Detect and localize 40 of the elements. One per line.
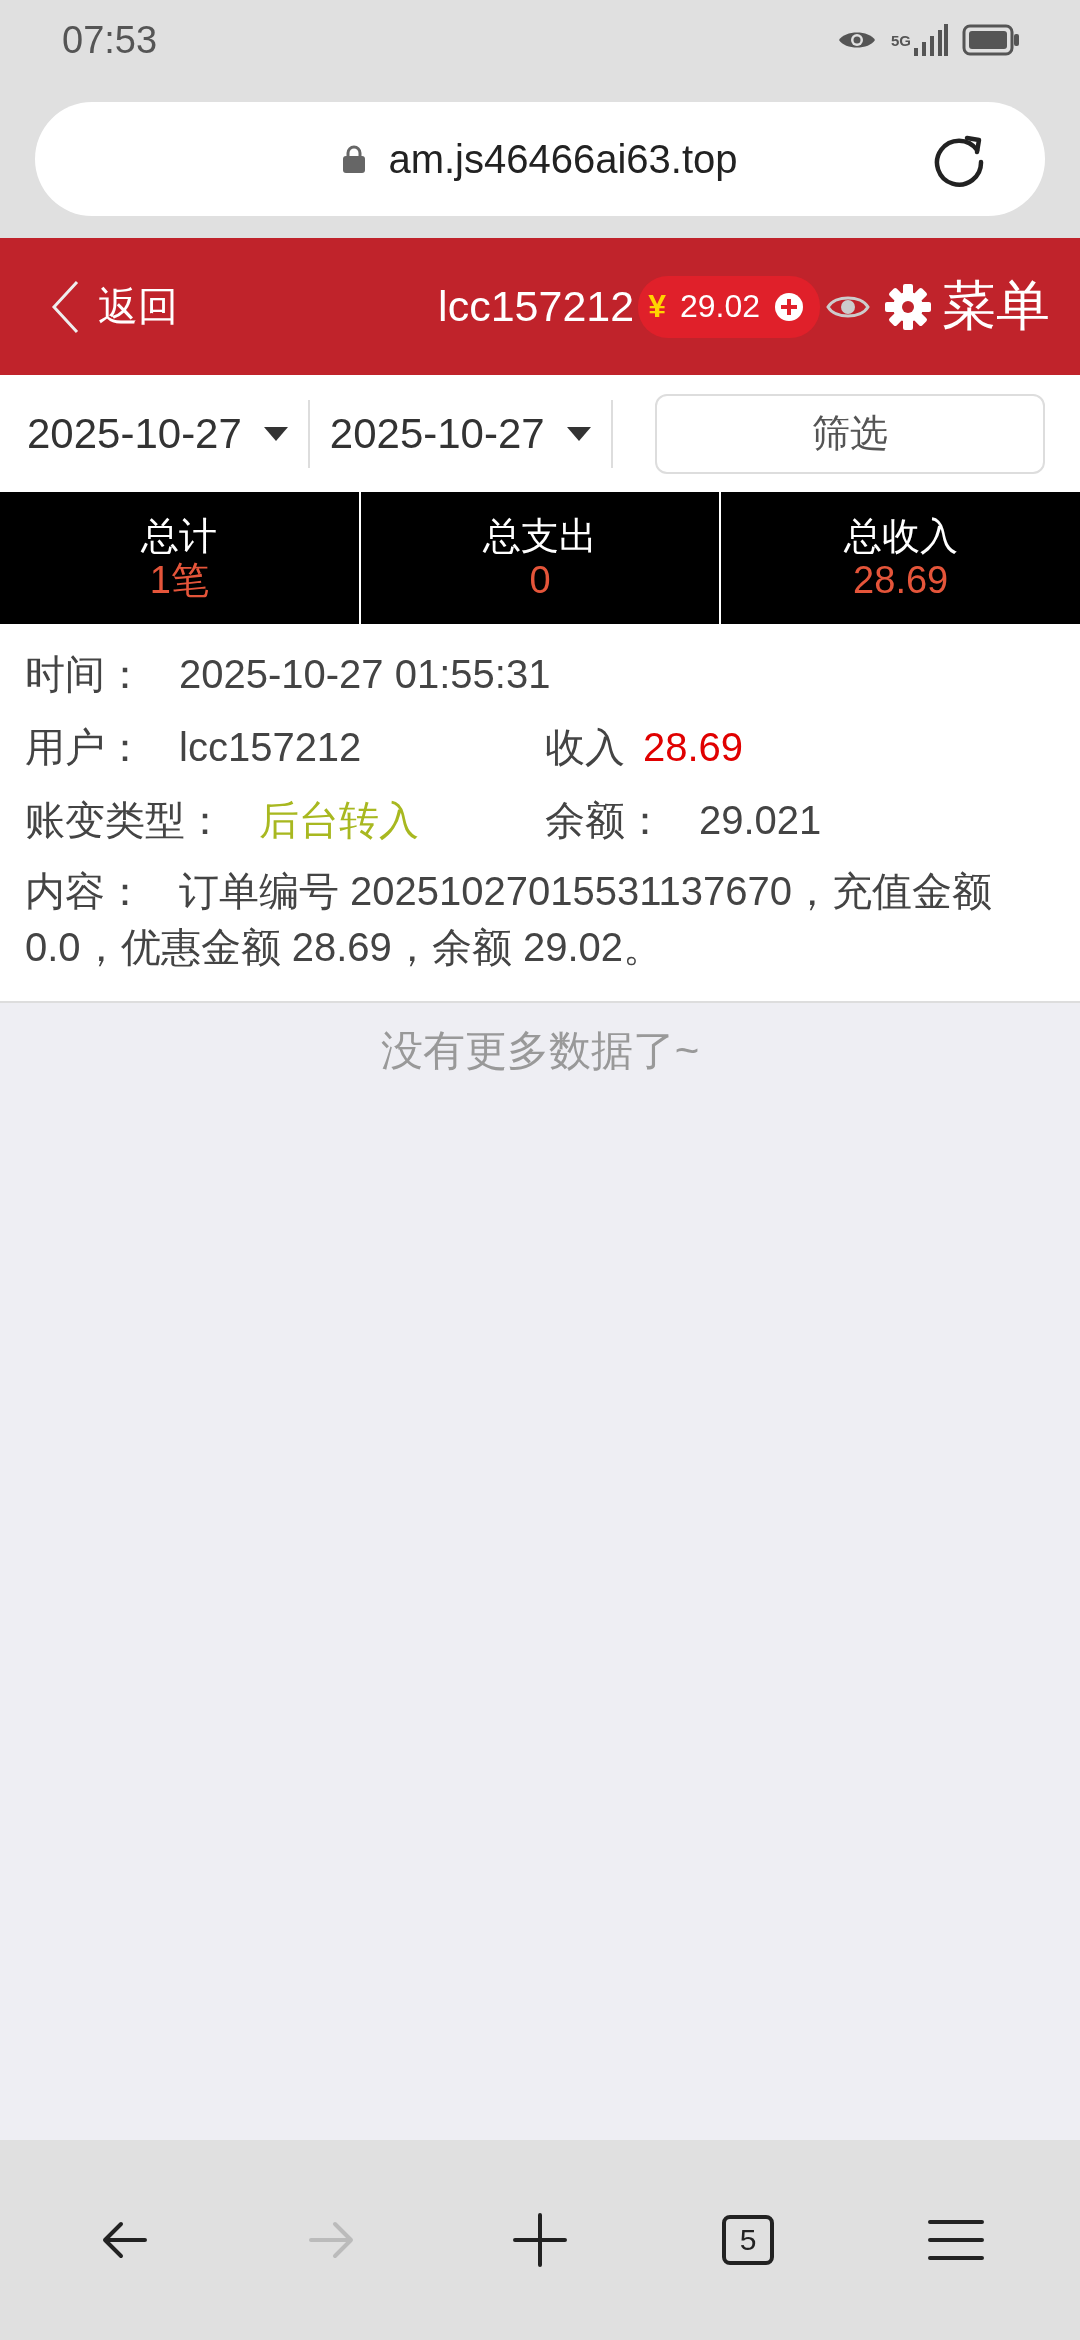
field-label: 余额： xyxy=(545,797,665,844)
summary-label: 总计 xyxy=(141,514,218,558)
field-value: 2025-10-27 01:55:31 xyxy=(179,652,551,697)
network-type: 5G xyxy=(891,32,911,48)
field-value: 28.69 xyxy=(643,725,744,770)
end-message: 没有更多数据了~ xyxy=(379,1026,701,1076)
filter-button[interactable]: 筛选 xyxy=(654,393,1045,474)
tabs-button[interactable]: 5 xyxy=(688,2180,808,2300)
lock-icon xyxy=(342,144,367,174)
field-label: 用户： xyxy=(25,724,145,771)
address-bar[interactable]: am.js46466ai63.top xyxy=(35,102,1045,216)
signal-icon xyxy=(914,24,948,56)
summary-label: 总收入 xyxy=(843,514,958,558)
summary-value: 28.69 xyxy=(853,558,949,602)
end-date-picker[interactable]: 2025-10-27 xyxy=(329,409,591,458)
gear-icon xyxy=(884,282,932,331)
field-label: 时间： xyxy=(25,651,145,698)
content-text: 内容： 订单编号 20251027015531137670，充值金额 0.0，优惠金额 28.69，余额 29.02。 xyxy=(25,868,994,971)
field-label: 收入 xyxy=(545,724,625,771)
summary-value: 0 xyxy=(529,558,551,602)
summary-value: 1笔 xyxy=(149,558,209,602)
balance-badge[interactable]: ¥ 29.02 xyxy=(638,275,820,338)
caret-icon xyxy=(566,426,591,441)
plus-circle-icon xyxy=(774,291,804,322)
field-value: lcc157212 xyxy=(179,725,362,770)
field-value: 29.021 xyxy=(699,798,822,843)
username: lcc157212 xyxy=(438,282,635,331)
plus-icon xyxy=(513,2213,567,2267)
chevron-left-icon xyxy=(50,278,80,335)
status-time: 07:53 xyxy=(62,18,158,62)
url-text: am.js46466ai63.top xyxy=(388,136,738,182)
summary-label: 总支出 xyxy=(483,514,597,558)
battery-icon xyxy=(962,24,1020,56)
menu-button[interactable]: 菜单 xyxy=(884,270,1050,343)
caret-icon xyxy=(263,426,288,441)
menu-icon xyxy=(926,2218,986,2262)
field-value: 后台转入 xyxy=(259,797,419,844)
start-date-picker[interactable]: 2025-10-27 xyxy=(27,409,288,458)
field-label: 账变类型： xyxy=(25,797,225,844)
back-link[interactable]: 返回 xyxy=(50,278,178,335)
